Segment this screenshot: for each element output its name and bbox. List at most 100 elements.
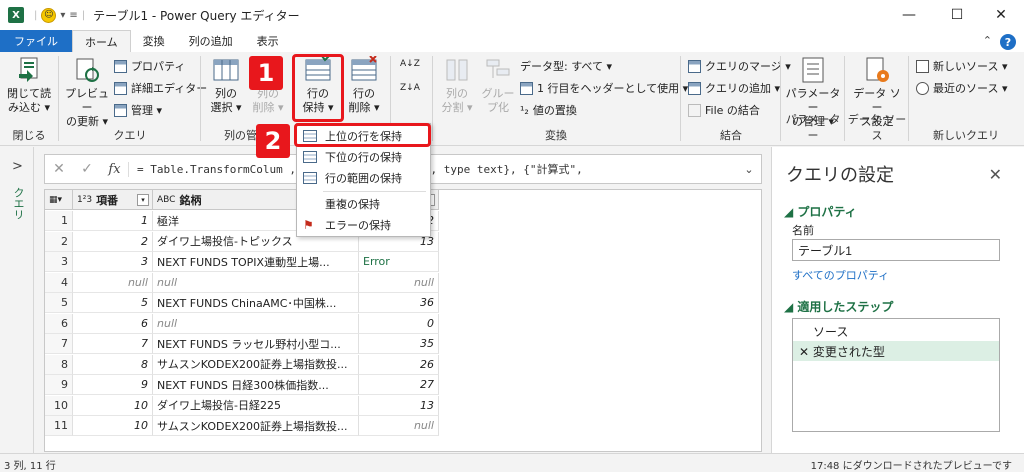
advanced-editor-button[interactable]: 詳細エディター [114, 80, 207, 96]
refresh-icon [73, 56, 101, 84]
close-icon[interactable]: ✕ [989, 165, 1002, 184]
choose-columns-button[interactable]: 列の 選択 ▾ [206, 56, 246, 115]
row-number[interactable]: 7 [45, 334, 73, 354]
divider [844, 56, 845, 141]
queries-pane-label[interactable]: クエリ [10, 187, 26, 220]
table-cell[interactable]: 27 [359, 375, 439, 395]
collapse-ribbon-icon[interactable]: ⌃ [983, 34, 992, 47]
refresh-preview-button[interactable]: プレビュー の更新 ▾ [62, 56, 112, 129]
close-and-load-button[interactable]: 閉じて読 み込む ▾ [4, 56, 54, 115]
replace-values-button[interactable]: ¹₂ 値の置換 [520, 102, 577, 118]
type-text-icon[interactable]: ABC [157, 195, 175, 205]
formula-input[interactable]: = Table.TransformColum , Int64.Type}, {"… [129, 161, 737, 177]
applied-steps-header[interactable]: ◢ 適用したステップ [784, 298, 893, 315]
menu-item-keep-range-of-rows[interactable]: 行の範囲の保持 [297, 168, 430, 188]
grid-corner-menu[interactable]: ▦▾ [45, 190, 73, 210]
row-number[interactable]: 5 [45, 293, 73, 313]
minimize-button[interactable]: — [886, 0, 932, 30]
combine-files-button[interactable]: File の結合 [688, 102, 760, 118]
table-cell[interactable]: 1 [73, 211, 153, 231]
table-cell[interactable]: NEXT FUNDS 日経300株価指数... [153, 375, 359, 395]
append-queries-button[interactable]: クエリの追加 ▾ [688, 80, 780, 96]
row-number[interactable]: 4 [45, 272, 73, 293]
accept-formula-icon[interactable]: ✓ [73, 161, 101, 177]
table-cell[interactable]: 35 [359, 334, 439, 354]
chevron-down-icon[interactable]: ▾ [60, 10, 65, 21]
table-cell[interactable]: 10 [73, 416, 153, 436]
table-cell[interactable]: 26 [359, 354, 439, 375]
cancel-formula-icon[interactable]: ✕ [45, 161, 73, 177]
table-cell[interactable]: NEXT FUNDS TOPIX連動型上場... [153, 252, 359, 272]
tab-transform[interactable]: 変換 [131, 30, 177, 52]
menu-divider [323, 191, 426, 192]
table-cell[interactable]: サムスンKODEX200証券上場指数投... [153, 416, 359, 436]
step-source[interactable]: ソース [793, 321, 999, 341]
help-icon[interactable]: ? [1000, 34, 1016, 50]
group-by-icon [484, 56, 512, 84]
tab-view[interactable]: 表示 [245, 30, 291, 52]
menu-item-keep-duplicates[interactable]: 重複の保持 [297, 194, 430, 214]
table-cell[interactable]: null [359, 416, 439, 436]
table-cell[interactable]: 5 [73, 293, 153, 313]
table-cell[interactable]: NEXT FUNDS ラッセル野村小型コ... [153, 334, 359, 354]
table-cell[interactable]: 0 [359, 313, 439, 334]
table-cell[interactable]: null [73, 272, 153, 293]
table-cell[interactable]: 3 [73, 252, 153, 272]
menu-item-keep-errors[interactable]: ⚑ エラーの保持 [297, 215, 430, 235]
table-cell[interactable]: サムスンKODEX200証券上場指数投... [153, 354, 359, 375]
row-number[interactable]: 9 [45, 375, 73, 395]
tab-add-column[interactable]: 列の追加 [177, 30, 245, 52]
properties-section-header[interactable]: ◢ プロパティ [784, 203, 857, 220]
tab-file[interactable]: ファイル [0, 30, 72, 52]
table-cell[interactable]: 9 [73, 375, 153, 395]
query-name-input[interactable] [792, 239, 1000, 261]
expand-queries-icon[interactable]: > [12, 159, 23, 174]
sort-descending-button[interactable]: Z↓A [400, 84, 420, 93]
table-cell[interactable]: null [153, 272, 359, 293]
new-source-button[interactable]: 新しいソース ▾ [916, 58, 1007, 74]
table-cell[interactable]: 8 [73, 354, 153, 375]
column-header-item-no[interactable]: 1²3 項番 ▾ [73, 190, 153, 210]
table-cell[interactable]: 36 [359, 293, 439, 313]
table-cell[interactable]: 2 [73, 231, 153, 252]
split-column-button[interactable]: 列の 分割 ▾ [436, 56, 478, 115]
table-cell[interactable]: NEXT FUNDS ChinaAMC･中国株... [153, 293, 359, 313]
filter-dropdown-icon[interactable]: ▾ [137, 193, 149, 206]
remove-rows-button[interactable]: 行の 削除 ▾ [342, 55, 386, 115]
data-type-dropdown[interactable]: データ型: すべて ▾ [520, 58, 612, 74]
table-cell[interactable]: 6 [73, 313, 153, 334]
expand-formula-icon[interactable]: ⌄ [737, 163, 761, 176]
row-number[interactable]: 10 [45, 395, 73, 416]
row-number[interactable]: 2 [45, 231, 73, 252]
properties-button[interactable]: プロパティ [114, 58, 185, 74]
row-number[interactable]: 1 [45, 211, 73, 231]
table-cell[interactable]: 10 [73, 395, 153, 416]
menu-item-keep-bottom-rows[interactable]: 下位の行の保持 [297, 147, 430, 167]
table-cell[interactable]: 7 [73, 334, 153, 354]
all-properties-link[interactable]: すべてのプロパティ [792, 267, 889, 283]
table-cell[interactable]: Error [359, 252, 439, 272]
table-cell[interactable]: ダイワ上場投信-日経225 [153, 395, 359, 416]
table-cell[interactable]: null [153, 313, 359, 334]
group-by-button[interactable]: グルー プ化 [478, 56, 518, 115]
close-button[interactable]: ✕ [978, 0, 1024, 30]
table-cell[interactable]: null [359, 272, 439, 293]
maximize-button[interactable]: ☐ [934, 0, 980, 30]
manage-button[interactable]: 管理 ▾ [114, 102, 162, 118]
row-number[interactable]: 8 [45, 354, 73, 375]
smiley-feedback-icon[interactable]: ☺ [41, 7, 57, 23]
merge-queries-button[interactable]: クエリのマージ ▾ [688, 58, 791, 74]
table-cell[interactable]: 13 [359, 395, 439, 416]
recent-sources-icon [916, 81, 929, 95]
sort-ascending-button[interactable]: A↓Z [400, 60, 420, 69]
type-whole-number-icon[interactable]: 1²3 [77, 195, 92, 205]
step-changed-type[interactable]: ✕ 変更された型 [793, 341, 999, 361]
row-number[interactable]: 6 [45, 313, 73, 334]
group-label-transform: 変換 [545, 129, 567, 142]
use-first-row-as-headers-button[interactable]: 1 行目をヘッダーとして使用 ▾ [520, 80, 688, 96]
row-number[interactable]: 11 [45, 416, 73, 436]
row-number[interactable]: 3 [45, 252, 73, 272]
tab-home[interactable]: ホーム [72, 30, 131, 52]
recent-sources-button[interactable]: 最近のソース ▾ [916, 80, 1007, 96]
customize-qat-icon[interactable]: ≡ [69, 10, 77, 21]
